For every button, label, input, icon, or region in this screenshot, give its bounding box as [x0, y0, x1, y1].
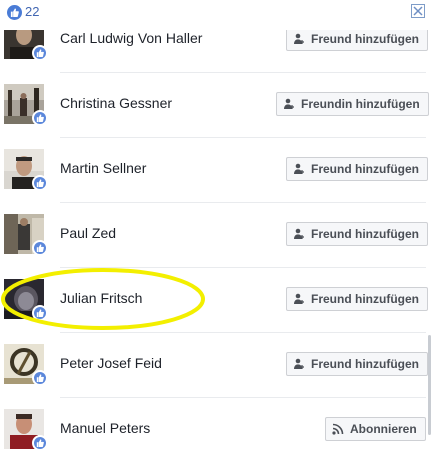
like-icon	[32, 110, 48, 126]
add-friend-icon	[293, 358, 305, 370]
add-friend-icon	[293, 228, 305, 240]
divider	[60, 332, 426, 333]
add-friend-button[interactable]: Freund hinzufügen	[286, 222, 428, 246]
add-friend-icon	[293, 33, 305, 45]
add-friend-icon	[283, 98, 295, 110]
person-name[interactable]: Manuel Peters	[60, 420, 150, 436]
divider	[60, 267, 426, 268]
like-count[interactable]: 22	[25, 4, 39, 19]
likes-list: Carl Ludwig Von Haller Freund hinzufügen…	[0, 0, 431, 454]
person-name[interactable]: Peter Josef Feid	[60, 355, 162, 371]
button-label: Freund hinzufügen	[311, 32, 419, 46]
add-friend-button[interactable]: Freundin hinzufügen	[276, 92, 429, 116]
person-name[interactable]: Christina Gessner	[60, 95, 172, 111]
person-name[interactable]: Martin Sellner	[60, 160, 146, 176]
close-icon	[413, 6, 423, 16]
add-friend-button[interactable]: Freund hinzufügen	[286, 27, 428, 51]
list-item: Paul Zed Freund hinzufügen	[0, 202, 428, 267]
like-icon	[7, 5, 22, 20]
like-icon	[32, 370, 48, 386]
divider	[60, 397, 426, 398]
like-icon	[32, 175, 48, 191]
divider	[60, 72, 426, 73]
like-icon	[32, 305, 48, 321]
subscribe-button[interactable]: Abonnieren	[325, 417, 426, 441]
person-name[interactable]: Carl Ludwig Von Haller	[60, 30, 202, 46]
close-button[interactable]	[411, 4, 425, 18]
list-item: Manuel Peters Abonnieren	[0, 397, 426, 462]
button-label: Abonnieren	[350, 422, 417, 436]
add-friend-button[interactable]: Freund hinzufügen	[286, 352, 428, 376]
like-icon	[32, 435, 48, 451]
add-friend-button[interactable]: Freund hinzufügen	[286, 157, 428, 181]
button-label: Freund hinzufügen	[311, 162, 419, 176]
list-item: Julian Fritsch Freund hinzufügen	[0, 267, 428, 332]
button-label: Freund hinzufügen	[311, 357, 419, 371]
list-item: Peter Josef Feid Freund hinzufügen	[0, 332, 428, 397]
button-label: Freundin hinzufügen	[301, 97, 420, 111]
divider	[60, 137, 426, 138]
list-item: Christina Gessner Freundin hinzufügen	[0, 72, 429, 137]
list-item: Martin Sellner Freund hinzufügen	[0, 137, 428, 202]
like-icon	[32, 45, 48, 61]
add-friend-icon	[293, 163, 305, 175]
rss-icon	[332, 423, 344, 435]
button-label: Freund hinzufügen	[311, 227, 419, 241]
person-name[interactable]: Paul Zed	[60, 225, 116, 241]
add-friend-button[interactable]: Freund hinzufügen	[286, 287, 428, 311]
dialog-header: 22	[0, 0, 431, 30]
button-label: Freund hinzufügen	[311, 292, 419, 306]
divider	[60, 202, 426, 203]
like-icon	[32, 240, 48, 256]
add-friend-icon	[293, 293, 305, 305]
person-name[interactable]: Julian Fritsch	[60, 290, 142, 306]
